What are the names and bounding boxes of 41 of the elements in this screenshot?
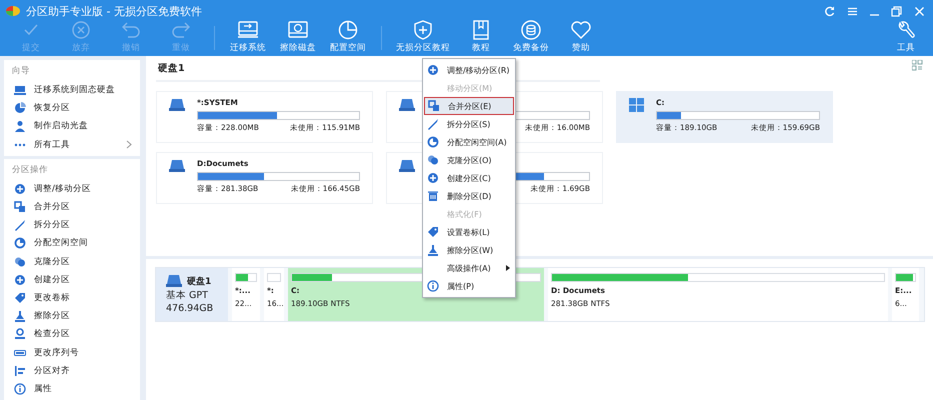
sidebar-item[interactable]: 迁移系统到固态硬盘 xyxy=(4,81,140,100)
disk-type: 基本 GPT xyxy=(166,289,209,302)
menu-item[interactable]: 创建分区(C) xyxy=(424,169,514,187)
sidebar-item[interactable]: 创建分区 xyxy=(4,270,140,289)
toolbar-button[interactable]: 擦除磁盘 xyxy=(275,19,321,54)
window-title: 分区助手专业版 - 无损分区免费软件 xyxy=(26,4,203,18)
sidebar-item[interactable]: 属性 xyxy=(4,380,140,398)
menu-item[interactable]: 拆分分区(S) xyxy=(424,115,514,133)
menu-item[interactable]: 分配空闲空间(A) xyxy=(424,133,514,151)
toolbar-button[interactable]: 教程 xyxy=(458,19,504,54)
sidebar-item[interactable]: 制作启动光盘 xyxy=(4,117,140,136)
menu-item[interactable]: 合并分区(E) xyxy=(424,97,514,115)
menu-item[interactable]: 擦除分区(W) xyxy=(424,241,514,259)
toolbar-button[interactable]: 配置空间 xyxy=(325,19,371,54)
toolbar-button[interactable]: 无损分区教程 xyxy=(392,19,454,54)
disk-name: 硬盘1 xyxy=(187,276,212,288)
toolbar-button[interactable]: 免费备份 xyxy=(508,19,554,54)
sidebar-item[interactable]: 更改序列号 xyxy=(4,343,140,362)
sidebar-item[interactable]: 更改卷标 xyxy=(4,288,140,308)
sidebar-item[interactable]: 擦除分区 xyxy=(4,307,140,326)
sidebar-item[interactable]: 调整/移动分区 xyxy=(4,180,140,198)
toolbar-button[interactable]: 迁移系统 xyxy=(225,19,271,54)
menu-item[interactable]: 属性(P) xyxy=(424,277,514,295)
toolbar-button[interactable]: 赞助 xyxy=(558,19,604,54)
menu-item[interactable]: 克隆分区(O) xyxy=(424,151,514,169)
sidebar-item[interactable]: 克隆分区 xyxy=(4,252,140,271)
sidebar-item[interactable]: 分区对齐 xyxy=(4,362,140,380)
menu-item[interactable]: 删除分区(D) xyxy=(424,187,514,205)
menu-item[interactable]: 设置卷标(L) xyxy=(424,223,514,241)
tools-button[interactable]: 工具 xyxy=(883,19,929,54)
section-title: 向导 xyxy=(11,65,31,78)
sidebar-item[interactable]: 检查分区 xyxy=(4,325,140,344)
sidebar-item[interactable]: 拆分分区 xyxy=(4,216,140,234)
sidebar-item[interactable]: 所有工具 xyxy=(4,136,140,154)
section-title: 分区操作 xyxy=(11,164,49,177)
disk-size: 476.94GB xyxy=(166,303,214,314)
sidebar-item[interactable]: 分配空闲空间 xyxy=(4,234,140,252)
disk-info-panel[interactable]: 硬盘1 基本 GPT 476.94GB xyxy=(156,268,228,321)
menu-item[interactable]: 调整/移动分区(R) xyxy=(424,61,514,79)
sidebar-item[interactable]: 合并分区 xyxy=(4,198,140,216)
sidebar-item[interactable]: 恢复分区 xyxy=(4,99,140,118)
